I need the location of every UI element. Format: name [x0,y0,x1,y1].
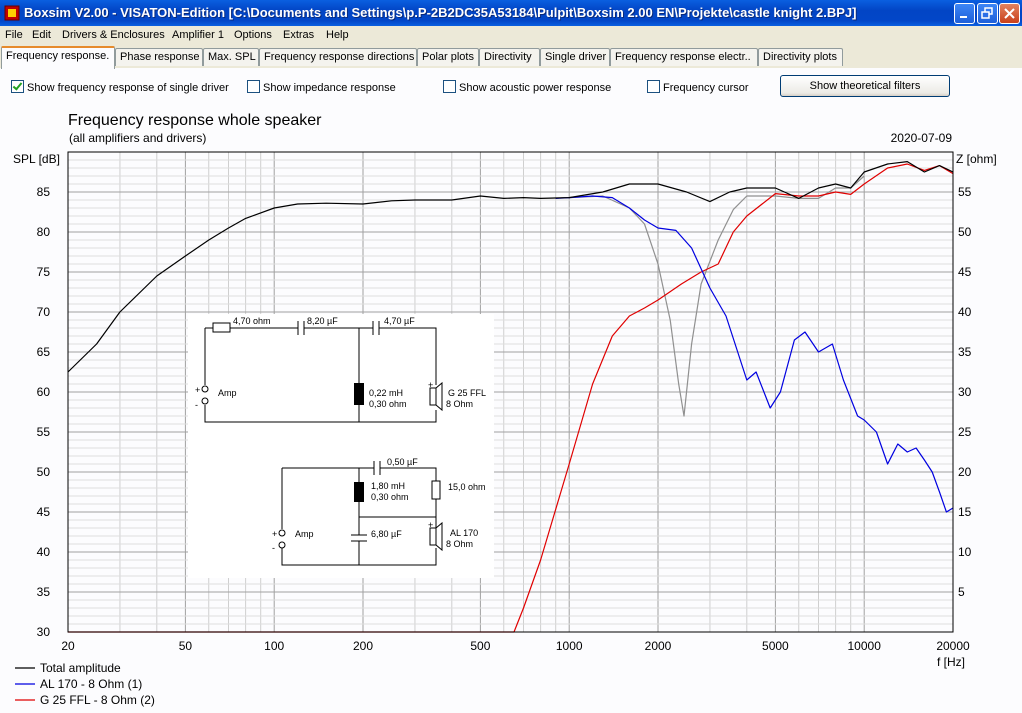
y2-tick-label: 40 [958,305,972,319]
y2-tick-label: 30 [958,385,972,399]
bottom-driver-impedance: 8 Ohm [446,539,473,549]
top-amp-label: Amp [218,388,237,398]
top-coil-value: 0,22 mH [369,388,403,398]
bottom-driver-plus: + [428,520,433,530]
bottom-plus-sign: + [272,529,277,539]
top-c2-value: 4,70 µF [384,316,415,326]
y-tick-label: 55 [37,425,51,439]
x-tick-label: 500 [470,639,490,653]
bottom-minus-sign: - [272,543,275,553]
y-axis-label-left: SPL [dB] [13,152,60,166]
y-axis-label-right: Z [ohm] [956,152,997,166]
x-axis-label: f [Hz] [937,655,965,669]
y-tick-label: 35 [37,585,51,599]
y2-tick-label: 45 [958,265,972,279]
y-tick-label: 75 [37,265,51,279]
crossover-schematic: 4,70 ohm 8,20 µF 4,70 µF 0,22 mH 0,30 oh… [188,314,494,578]
top-driver-plus: + [428,380,433,390]
bottom-coil-resistance: 0,30 ohm [371,492,409,502]
y-tick-label: 80 [37,225,51,239]
x-tick-label: 1000 [556,639,583,653]
bottom-shunt-cap-value: 6,80 µF [371,529,402,539]
y2-tick-label: 55 [958,185,972,199]
bottom-c-value: 0,50 µF [387,457,418,467]
bottom-resistor-value: 15,0 ohm [448,482,486,492]
frequency-response-chart: Frequency response whole speaker (all am… [13,112,997,707]
x-tick-label: 50 [179,639,193,653]
top-coil-resistance: 0,30 ohm [369,399,407,409]
y-tick-label: 85 [37,185,51,199]
y2-tick-label: 5 [958,585,965,599]
chart-legend: Total amplitude AL 170 - 8 Ohm (1) G 25 … [15,661,155,707]
bottom-driver-name: AL 170 [450,528,478,538]
x-tick-label: 10000 [848,639,882,653]
tweeter-coil-symbol [354,383,364,405]
legend-total: Total amplitude [40,661,121,675]
x-tick-label: 20 [61,639,75,653]
y-tick-label: 50 [37,465,51,479]
series-line-1 [555,195,954,513]
woofer-coil-symbol [354,482,364,502]
top-resistor-value: 4,70 ohm [233,316,271,326]
top-driver-name: G 25 FFL [448,388,486,398]
legend-g25: G 25 FFL - 8 Ohm (2) [40,693,155,707]
tab-frequency-response[interactable]: Frequency response. [1,46,115,69]
y2-tick-label: 50 [958,225,972,239]
top-minus-sign: - [195,400,198,410]
bottom-coil-value: 1,80 mH [371,481,405,491]
bottom-amp-label: Amp [295,529,314,539]
y2-tick-label: 35 [958,345,972,359]
legend-al170: AL 170 - 8 Ohm (1) [40,677,142,691]
chart-subtitle: (all amplifiers and drivers) [69,131,206,145]
y-tick-label: 40 [37,545,51,559]
y2-tick-label: 20 [958,465,972,479]
y-tick-label: 65 [37,345,51,359]
top-driver-impedance: 8 Ohm [446,399,473,409]
y-tick-label: 45 [37,505,51,519]
y-tick-label: 70 [37,305,51,319]
y-tick-label: 60 [37,385,51,399]
x-tick-label: 100 [264,639,284,653]
y-tick-label: 30 [37,625,51,639]
y2-tick-label: 10 [958,545,972,559]
x-tick-label: 2000 [645,639,672,653]
y2-tick-label: 15 [958,505,972,519]
y2-tick-label: 25 [958,425,972,439]
chart-title: Frequency response whole speaker [68,112,322,129]
x-tick-label: 20000 [936,639,970,653]
x-tick-label: 5000 [762,639,789,653]
chart-date: 2020-07-09 [891,131,953,145]
x-tick-label: 200 [353,639,373,653]
top-c1-value: 8,20 µF [307,316,338,326]
top-plus-sign: + [195,385,200,395]
